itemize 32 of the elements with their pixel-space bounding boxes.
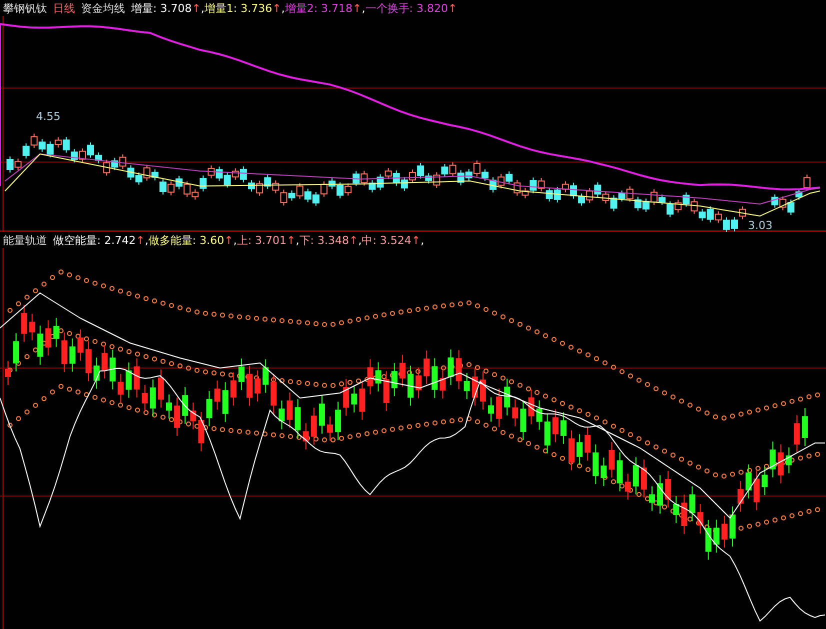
- stock-name: 攀钢钒钛: [3, 0, 47, 16]
- indicator-value: 做多能量: 3.60: [148, 232, 224, 248]
- separator-comma: ,: [296, 234, 300, 246]
- indicator-value: 上: 3.701: [236, 232, 287, 248]
- up-arrow-icon: ↑: [411, 234, 421, 246]
- indicator-name: 能量轨道: [3, 232, 47, 248]
- up-arrow-icon: ↑: [272, 2, 282, 14]
- separator-comma: ,: [200, 2, 204, 14]
- separator-comma: ,: [281, 2, 285, 14]
- high-price-label: 4.55: [36, 110, 60, 123]
- indicator-value: 下: 3.348: [299, 232, 349, 248]
- separator-comma: ,: [358, 234, 362, 246]
- indicator-value: 一个换手: 3.820: [365, 0, 448, 16]
- separator-comma: ,: [362, 2, 366, 14]
- indicator-value: 做空能量: 2.742: [53, 232, 136, 248]
- up-arrow-icon: ↑: [224, 234, 234, 246]
- up-arrow-icon: ↑: [286, 234, 296, 246]
- separator-comma: ,: [233, 234, 237, 246]
- indicator-name: 资金均线: [81, 0, 125, 16]
- separator-comma: ,: [420, 234, 424, 246]
- up-arrow-icon: ↑: [448, 2, 458, 14]
- up-arrow-icon: ↑: [352, 2, 362, 14]
- period-label: 日线: [53, 0, 75, 16]
- up-arrow-icon: ↑: [192, 2, 201, 14]
- indicator-value: 中: 3.524: [362, 232, 412, 248]
- low-price-label: 3.03: [748, 219, 772, 232]
- indicator-value: 增量2: 3.718: [284, 0, 353, 16]
- indicator-value: 增量: 3.708: [131, 0, 192, 16]
- up-arrow-icon: ↑: [136, 234, 145, 246]
- separator-comma: ,: [144, 234, 148, 246]
- indicator-value: 增量1: 3.736: [204, 0, 272, 16]
- up-arrow-icon: ↑: [348, 234, 358, 246]
